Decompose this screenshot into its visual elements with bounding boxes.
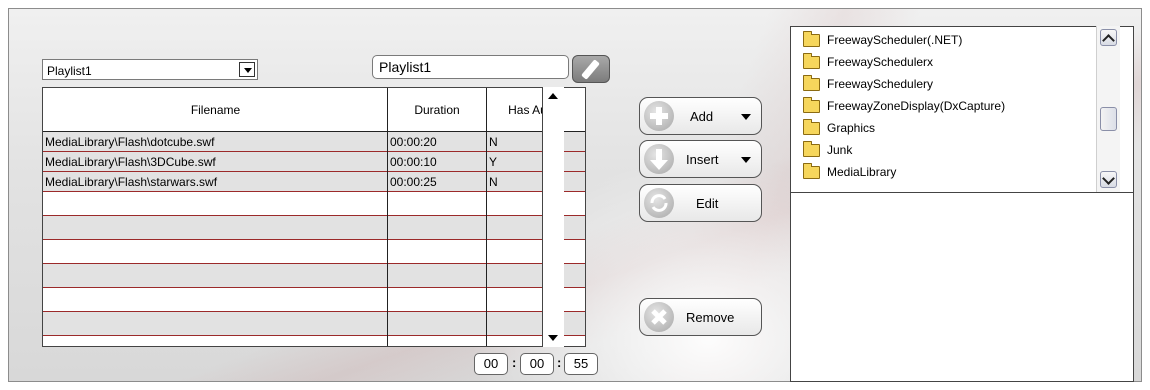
folder-icon xyxy=(803,53,820,69)
playlist-table: Filename Duration Has Audio MediaLibrary… xyxy=(42,87,586,347)
cell-filename: MediaLibrary\Flash\3DCube.swf xyxy=(45,155,216,169)
table-row[interactable]: MediaLibrary\Flash\dotcube.swf 00:00:20 … xyxy=(43,132,585,152)
cell-filename: MediaLibrary\Flash\starwars.swf xyxy=(45,175,218,189)
folder-name: Graphics xyxy=(827,121,876,135)
table-row-empty[interactable] xyxy=(43,192,585,216)
folder-name: FreewaySchedulerx xyxy=(827,55,934,69)
total-seconds: 55 xyxy=(564,353,598,375)
playlist-name-input[interactable]: Playlist1 xyxy=(372,55,569,79)
chevron-down-icon[interactable] xyxy=(741,114,751,120)
folder-name: FreewaySchedulery xyxy=(827,77,934,91)
time-separator: : xyxy=(557,355,562,370)
plus-icon xyxy=(644,101,674,131)
scroll-thumb[interactable] xyxy=(1100,107,1117,131)
playlist-select-value: Playlist1 xyxy=(47,64,92,78)
x-icon xyxy=(644,302,674,332)
cell-has-audio: N xyxy=(489,175,498,189)
chevron-down-icon[interactable] xyxy=(239,62,255,77)
folder-icon xyxy=(803,119,820,135)
chevron-down-icon[interactable] xyxy=(741,157,751,163)
remove-label: Remove xyxy=(686,310,735,325)
time-separator: : xyxy=(512,355,517,370)
table-scrollbar[interactable] xyxy=(542,87,564,347)
refresh-icon xyxy=(644,188,674,218)
cell-has-audio: Y xyxy=(489,155,498,169)
edit-label: Edit xyxy=(696,196,719,211)
folder-icon xyxy=(803,97,820,113)
folder-icon xyxy=(803,141,820,157)
folder-contents-panel[interactable] xyxy=(790,192,1134,382)
insert-label: Insert xyxy=(686,152,719,167)
table-header: Filename Duration Has Audio xyxy=(43,88,585,132)
arrow-down-icon xyxy=(644,144,674,174)
edit-button[interactable]: Edit xyxy=(639,184,762,222)
add-button[interactable]: Add xyxy=(639,97,762,135)
remove-button[interactable]: Remove xyxy=(639,298,762,336)
pencil-icon[interactable] xyxy=(572,55,610,83)
column-header-filename[interactable]: Filename xyxy=(43,88,388,132)
folder-icon xyxy=(803,163,820,179)
table-row-empty[interactable] xyxy=(43,312,585,336)
table-row[interactable]: MediaLibrary\Flash\starwars.swf 00:00:25… xyxy=(43,172,585,192)
playlist-select[interactable]: Playlist1 xyxy=(42,59,258,80)
cell-filename: MediaLibrary\Flash\dotcube.swf xyxy=(45,135,215,149)
cell-duration: 00:00:25 xyxy=(390,175,437,189)
table-row-empty[interactable] xyxy=(43,216,585,240)
scroll-up-icon[interactable] xyxy=(548,93,558,99)
cell-duration: 00:00:10 xyxy=(390,155,437,169)
insert-button[interactable]: Insert xyxy=(639,140,762,178)
folder-icon xyxy=(803,75,820,91)
column-header-has-audio[interactable]: Has Audio xyxy=(486,88,585,132)
folder-list: FreewayScheduler(.NET) FreewaySchedulerx… xyxy=(790,26,1134,193)
total-hours: 00 xyxy=(474,353,508,375)
scroll-down-icon[interactable] xyxy=(548,335,558,341)
scroll-down-icon[interactable] xyxy=(1100,171,1117,188)
folder-name: FreewayZoneDisplay(DxCapture) xyxy=(827,99,1006,113)
column-header-duration[interactable]: Duration xyxy=(388,88,486,132)
folder-icon xyxy=(803,31,820,47)
table-row[interactable]: MediaLibrary\Flash\3DCube.swf 00:00:10 Y xyxy=(43,152,585,172)
folder-name: Junk xyxy=(827,143,853,157)
scroll-up-icon[interactable] xyxy=(1100,29,1117,46)
total-minutes: 00 xyxy=(520,353,554,375)
table-row-empty[interactable] xyxy=(43,240,585,264)
column-divider xyxy=(387,88,388,346)
folder-name: MediaLibrary xyxy=(827,165,897,179)
table-row-empty[interactable] xyxy=(43,264,585,288)
column-divider xyxy=(486,88,487,346)
cell-duration: 00:00:20 xyxy=(390,135,437,149)
folder-list-scrollbar[interactable] xyxy=(1096,26,1120,193)
cell-has-audio: N xyxy=(489,135,498,149)
folder-name: FreewayScheduler(.NET) xyxy=(827,33,963,47)
table-row-empty[interactable] xyxy=(43,288,585,312)
add-label: Add xyxy=(690,109,714,124)
